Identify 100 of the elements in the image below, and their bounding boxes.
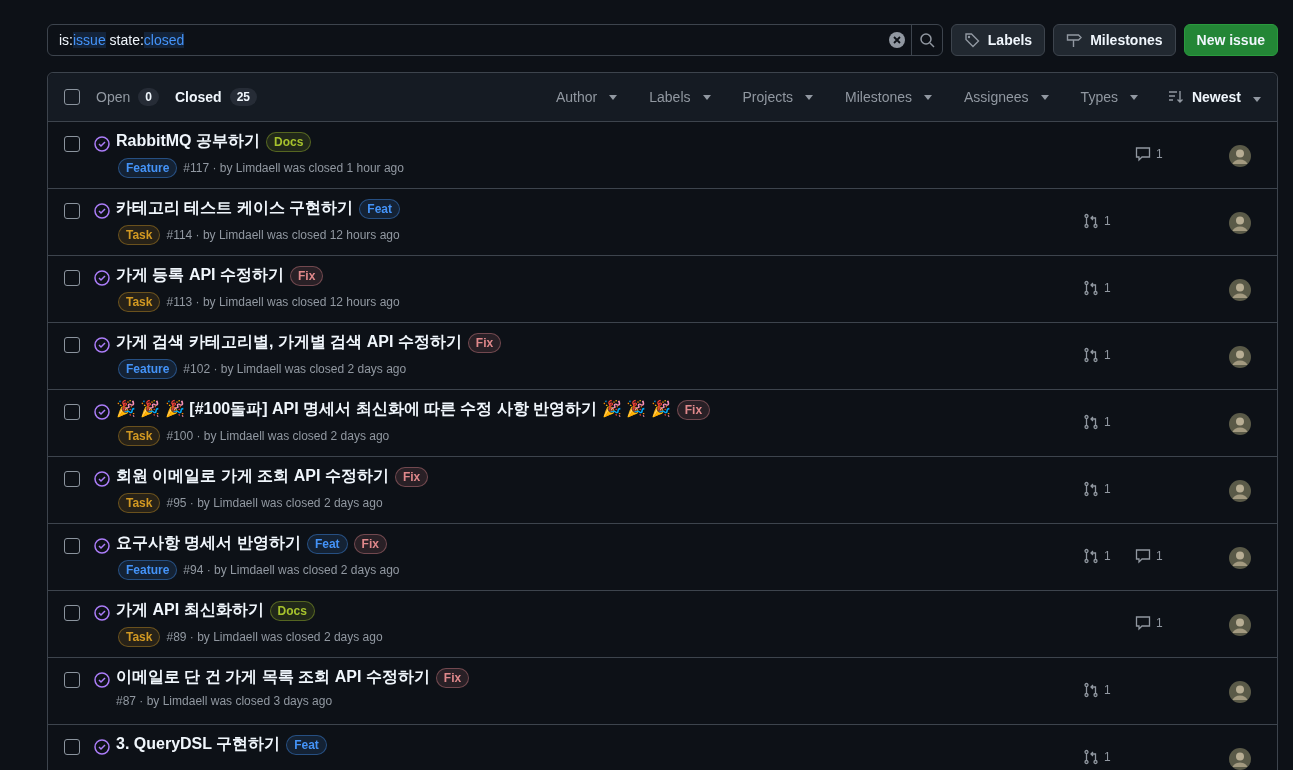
avatar-icon[interactable] <box>1229 748 1251 770</box>
checkbox[interactable] <box>64 672 80 688</box>
checkbox[interactable] <box>64 538 80 554</box>
checkbox[interactable] <box>64 739 80 755</box>
checkbox[interactable] <box>64 203 80 219</box>
avatar-icon[interactable] <box>1229 279 1251 301</box>
pull-request-icon[interactable] <box>1083 280 1099 296</box>
label-tag[interactable]: Docs <box>269 600 315 621</box>
pull-request-icon[interactable] <box>1083 548 1099 564</box>
avatar-icon[interactable] <box>1229 145 1251 167</box>
label-tag[interactable]: Fix <box>353 533 387 554</box>
issue-meta: #89 · by Limdaell was closed 2 days ago <box>166 630 383 644</box>
search-icon <box>918 32 935 48</box>
type-tag[interactable]: Task <box>118 426 161 446</box>
type-tag[interactable]: Feature <box>118 560 178 580</box>
comment-count[interactable]: 1 <box>1156 616 1163 630</box>
avatar-icon[interactable] <box>1229 547 1251 569</box>
checkbox[interactable] <box>64 270 80 286</box>
caret-icon <box>805 94 814 100</box>
linked-pr-count[interactable]: 1 <box>1104 348 1111 362</box>
avatar-icon[interactable] <box>1229 614 1251 636</box>
state-tab[interactable]: Open 0 <box>96 88 159 106</box>
checkbox[interactable] <box>64 136 80 152</box>
pull-request-icon[interactable] <box>1083 213 1099 229</box>
milestones-button[interactable]: Milestones <box>1053 24 1176 56</box>
linked-pr-count[interactable]: 1 <box>1104 415 1111 429</box>
filter-dropdown[interactable]: Types <box>1080 89 1138 105</box>
comment-icon[interactable] <box>1135 146 1151 162</box>
search-field[interactable]: is:issue state:closed <box>47 24 943 56</box>
checkbox[interactable] <box>64 605 80 621</box>
labels-button[interactable]: Labels <box>950 24 1046 56</box>
pull-request-icon[interactable] <box>1083 481 1099 497</box>
count-badge: 25 <box>229 88 257 106</box>
issue-meta: #100 · by Limdaell was closed 2 days ago <box>166 429 390 443</box>
label-tag[interactable]: Fix <box>676 399 711 420</box>
filter-dropdown[interactable]: Labels <box>649 89 711 105</box>
issue-title[interactable]: 3. QueryDSL 구현하기 <box>116 734 281 755</box>
closed-check-icon <box>94 672 110 688</box>
comment-count[interactable]: 1 <box>1156 549 1163 563</box>
issue-meta: #94 · by Limdaell was closed 2 days ago <box>183 563 400 577</box>
avatar-icon[interactable] <box>1229 480 1251 502</box>
closed-check-icon <box>94 136 110 152</box>
linked-pr-count[interactable]: 1 <box>1104 750 1111 764</box>
issue-title[interactable]: RabbitMQ 공부하기 <box>116 131 260 152</box>
type-tag[interactable]: Feature <box>118 158 178 178</box>
label-tag[interactable]: Feat <box>286 734 327 755</box>
label-tag[interactable]: Fix <box>394 466 429 487</box>
type-tag[interactable]: Task <box>118 225 161 245</box>
clear-icon[interactable] <box>888 32 905 48</box>
checkbox[interactable] <box>64 471 80 487</box>
pull-request-icon[interactable] <box>1083 414 1099 430</box>
issue-title[interactable]: 🎉 🎉 🎉 [#100돌파] API 명세서 최신화에 따른 수정 사항 반영하기 🎉 🎉 🎉 <box>116 399 671 420</box>
comment-count[interactable]: 1 <box>1156 147 1163 161</box>
linked-pr-count[interactable]: 1 <box>1104 214 1111 228</box>
pull-request-icon[interactable] <box>1083 682 1099 698</box>
checkbox[interactable] <box>64 337 80 353</box>
type-tag[interactable]: Feature <box>118 359 178 379</box>
label-tag[interactable]: Fix <box>435 667 470 688</box>
issue-title[interactable]: 이메일로 단 건 가게 목록 조회 API 수정하기 <box>116 667 430 688</box>
label-tag[interactable]: Fix <box>290 265 324 286</box>
checkbox[interactable] <box>64 404 80 420</box>
avatar-icon[interactable] <box>1229 346 1251 368</box>
checkbox[interactable] <box>64 89 80 105</box>
pull-request-icon[interactable] <box>1083 347 1099 363</box>
label-tag[interactable]: Feat <box>359 198 401 219</box>
closed-check-icon <box>94 471 110 487</box>
caret-icon <box>1129 94 1138 100</box>
sort-dropdown[interactable]: Newest <box>1167 89 1261 105</box>
avatar-icon[interactable] <box>1229 413 1251 435</box>
closed-check-icon <box>94 404 110 420</box>
issue-title[interactable]: 가게 API 최신화하기 <box>116 600 264 621</box>
filter-dropdown[interactable]: Milestones <box>845 89 932 105</box>
type-tag[interactable]: Task <box>118 627 161 647</box>
linked-pr-count[interactable]: 1 <box>1104 549 1111 563</box>
linked-pr-count[interactable]: 1 <box>1104 281 1111 295</box>
label-tag[interactable]: Feat <box>306 533 348 554</box>
type-tag[interactable]: Task <box>118 493 161 513</box>
state-tab[interactable]: Closed 25 <box>174 88 257 106</box>
label-tag[interactable]: Fix <box>467 332 502 353</box>
new-issue-button[interactable]: New issue <box>1183 24 1278 56</box>
comment-icon[interactable] <box>1135 615 1151 631</box>
issue-title[interactable]: 가게 등록 API 수정하기 <box>116 265 284 286</box>
filter-dropdown[interactable]: Projects <box>742 89 814 105</box>
issue-meta: #102 · by Limdaell was closed 2 days ago <box>183 362 407 376</box>
comment-icon[interactable] <box>1135 548 1151 564</box>
label-tag[interactable]: Docs <box>266 131 312 152</box>
filter-dropdown[interactable]: Assignees <box>964 89 1049 105</box>
issue-title[interactable]: 카테고리 테스트 케이스 구현하기 <box>116 198 354 219</box>
avatar-icon[interactable] <box>1229 681 1251 703</box>
type-tag[interactable]: Task <box>118 292 161 312</box>
pull-request-icon[interactable] <box>1083 749 1099 765</box>
filter-dropdown[interactable]: Author <box>556 89 618 105</box>
linked-pr-count[interactable]: 1 <box>1104 683 1111 697</box>
issue-title[interactable]: 요구사항 명세서 반영하기 <box>116 533 301 554</box>
issue-title[interactable]: 가게 검색 카테고리별, 가게별 검색 API 수정하기 <box>116 332 462 353</box>
avatar-icon[interactable] <box>1229 212 1251 234</box>
issue-title[interactable]: 회원 이메일로 가게 조회 API 수정하기 <box>116 466 389 487</box>
issue-meta: #113 · by Limdaell was closed 12 hours ago <box>166 295 400 309</box>
linked-pr-count[interactable]: 1 <box>1104 482 1111 496</box>
caret-icon <box>609 94 618 100</box>
